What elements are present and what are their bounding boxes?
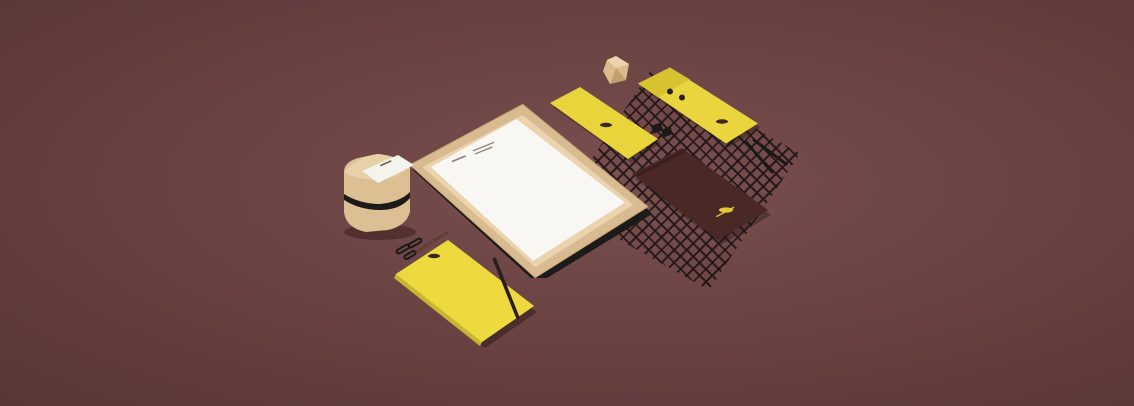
logo-mark [600, 122, 612, 128]
black-pens [744, 138, 788, 174]
wooden-geometric-ornament [603, 56, 629, 84]
notebook-logo [428, 253, 440, 259]
stationery-mockup-scene: Stokely's Bakery [0, 0, 1134, 406]
business-card [362, 155, 414, 184]
binder-clips [650, 122, 674, 138]
yellow-notebook [394, 240, 537, 348]
